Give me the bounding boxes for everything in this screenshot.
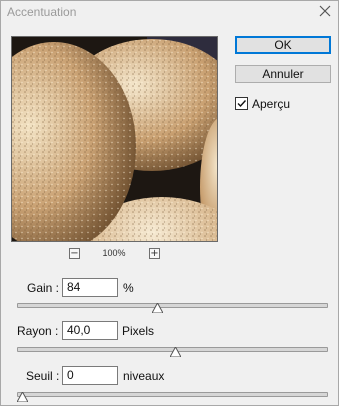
check-icon [237,100,247,108]
radius-unit: Pixels [122,324,155,338]
unsharp-mask-dialog: Accentuation − 100% + OK Annuler Aperçu … [0,0,339,406]
close-icon[interactable] [318,4,332,18]
gain-slider-track [17,303,328,308]
preview-image[interactable] [11,36,218,242]
threshold-label: Seuil : [26,369,60,383]
gain-unit: % [123,281,134,295]
preview-label: Aperçu [252,97,291,111]
cancel-button[interactable]: Annuler [235,65,331,83]
preview-checkbox[interactable] [235,97,248,110]
preview-artwork [12,37,217,241]
gain-label: Gain : [27,281,60,295]
zoom-level: 100% [102,248,126,258]
ok-button[interactable]: OK [235,36,331,54]
gain-input[interactable]: 84 [62,278,118,297]
threshold-slider-track [17,392,328,397]
zoom-in-button[interactable]: + [149,248,160,259]
radius-slider[interactable] [17,343,328,357]
threshold-slider-thumb[interactable] [17,392,28,402]
threshold-unit: niveaux [123,369,165,383]
gain-slider[interactable] [17,299,328,313]
threshold-input[interactable]: 0 [62,366,118,385]
gain-slider-thumb[interactable] [152,303,163,313]
zoom-bar: − 100% + [11,247,218,261]
radius-slider-thumb[interactable] [170,347,181,357]
threshold-slider[interactable] [17,388,328,402]
radius-label: Rayon : [17,324,59,338]
zoom-out-button[interactable]: − [69,248,80,259]
window-title: Accentuation [7,5,77,19]
radius-input[interactable]: 40,0 [62,321,118,340]
